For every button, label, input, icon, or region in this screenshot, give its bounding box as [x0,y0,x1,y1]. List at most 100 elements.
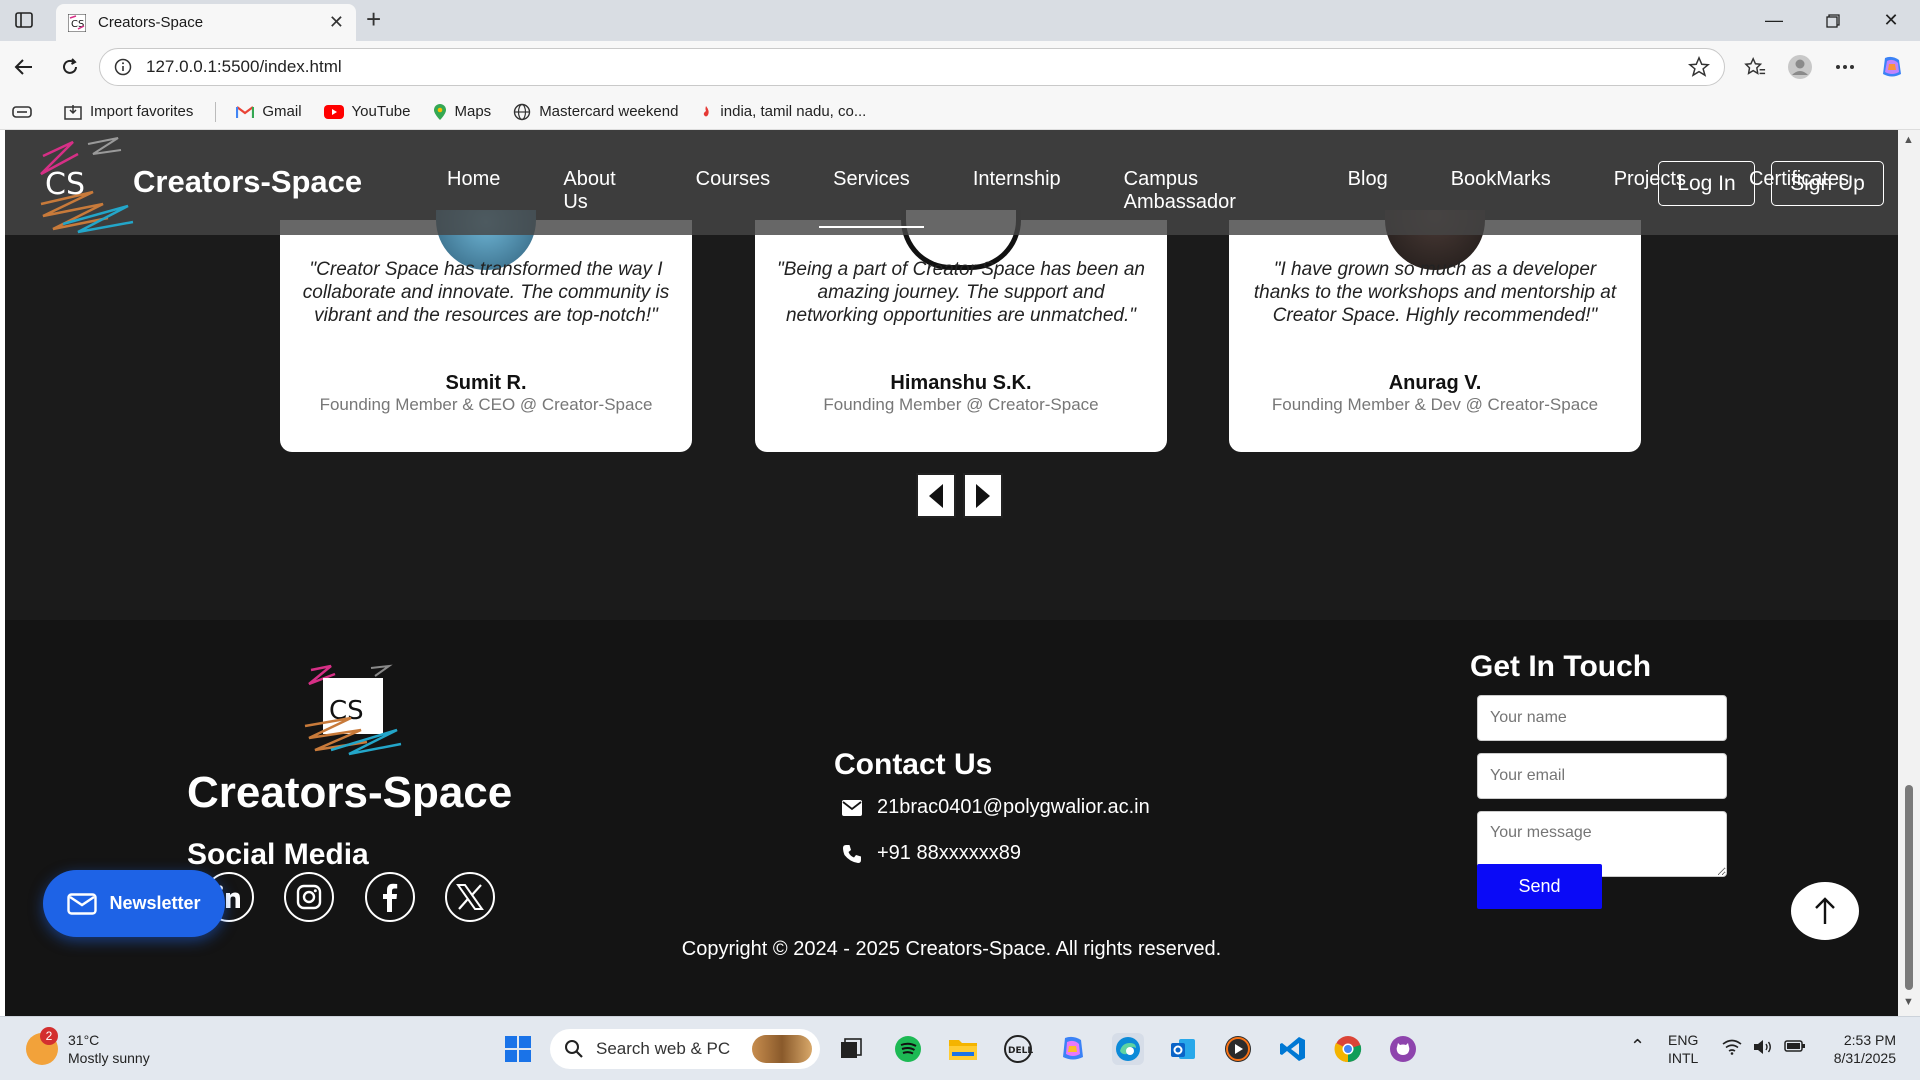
scroll-to-top-button[interactable] [1791,882,1859,940]
bookmark-maps[interactable]: Maps [433,103,491,121]
weather-text: 31°C Mostly sunny [68,1031,150,1067]
copilot-icon[interactable] [1878,53,1906,81]
svg-text:CS: CS [71,19,84,30]
volume-icon[interactable] [1752,1039,1772,1059]
instagram-icon[interactable] [284,872,334,922]
bookmark-label: Mastercard weekend [539,103,679,120]
weather-widget[interactable]: 2 31°C Mostly sunny [26,1027,150,1067]
profile-avatar[interactable] [1786,53,1814,81]
x-icon[interactable] [445,872,495,922]
nav-link-internship[interactable]: Internship [959,168,1075,214]
spotify-icon[interactable] [892,1033,924,1065]
new-tab-icon[interactable]: + [366,6,381,32]
language-indicator[interactable]: ENG INTL [1668,1031,1698,1067]
windows-taskbar: 2 31°C Mostly sunny Search web & PC DELL [0,1016,1920,1080]
more-menu-icon[interactable] [1831,53,1859,81]
edge-browser-icon[interactable] [1112,1033,1144,1065]
arrow-up-icon [1815,897,1835,924]
email-input[interactable] [1477,753,1727,799]
nav-link-courses[interactable]: Courses [682,168,784,214]
favorites-icon[interactable] [1741,53,1769,81]
newsletter-button[interactable]: Newsletter [43,870,225,937]
nav-link-home[interactable]: Home [429,168,514,214]
bookmark-gmail[interactable]: Gmail [236,103,302,120]
contact-phone[interactable]: +91 88xxxxxx89 [842,842,1021,865]
bookmark-label: Gmail [262,103,302,120]
nav-link-campus-ambassador[interactable]: Campus Ambassador [1110,168,1299,214]
maps-icon [433,103,446,120]
next-slide-button[interactable] [963,473,1003,518]
nav-link-bookmarks[interactable]: BookMarks [1437,168,1565,214]
nav-link-about-us[interactable]: About Us [549,168,646,214]
minimize-icon[interactable]: — [1745,0,1803,41]
footer-brand: Creators-Space [187,768,513,817]
scroll-down-arrow-icon[interactable]: ▼ [1903,996,1914,1008]
battery-icon[interactable] [1784,1039,1806,1057]
previous-slide-button[interactable] [916,473,956,518]
testimonial-role: Founding Member & CEO @ Creator-Space [319,395,653,414]
close-window-icon[interactable]: ✕ [1862,0,1920,41]
sidebar-toggle-icon[interactable] [12,104,40,120]
refresh-icon[interactable] [56,53,84,81]
send-button[interactable]: Send [1477,864,1602,909]
nav-link-services[interactable]: Services [819,168,924,228]
site-favicon-icon: CS [68,13,86,32]
login-button[interactable]: Log In [1658,161,1755,206]
copilot-app-icon[interactable] [1057,1033,1089,1065]
bookmark-import-favorites[interactable]: Import favorites [64,103,193,120]
clock-date: 8/31/2025 [1833,1050,1896,1066]
show-hidden-icons-icon[interactable]: ⌃ [1630,1037,1645,1055]
browser-toolbar: 127.0.0.1:5500/index.html [0,41,1920,94]
name-input[interactable] [1477,695,1727,741]
site-brand[interactable]: Creators-Space [133,164,362,200]
windows-start-icon[interactable] [502,1033,534,1065]
restore-icon[interactable] [1804,0,1862,41]
tab-actions-icon[interactable] [14,10,34,30]
browser-tab[interactable]: CS Creators-Space ✕ [56,4,356,41]
file-explorer-icon[interactable] [947,1033,979,1065]
bookmark-mastercard-weekend[interactable]: Mastercard weekend [513,103,678,121]
dell-icon[interactable]: DELL [1002,1033,1034,1065]
contact-email[interactable]: 21brac0401@polygwalior.ac.in [842,796,1150,819]
chrome-icon[interactable] [1332,1033,1364,1065]
site-navbar: CS Creators-Space Home About Us Courses … [5,130,1898,235]
media-player-icon[interactable] [1222,1033,1254,1065]
testimonial-card: "Being a part of Creator Space has been … [755,210,1167,452]
weather-sun-icon: 2 [26,1027,58,1065]
favorite-star-icon[interactable] [1688,56,1710,78]
bookmark-label: india, tamil nadu, co... [720,103,867,120]
keyboard-layout: INTL [1668,1050,1699,1066]
nav-link-blog[interactable]: Blog [1334,168,1402,214]
site-info-icon[interactable] [114,58,132,76]
facebook-icon[interactable] [365,872,415,922]
github-desktop-icon[interactable] [1387,1033,1419,1065]
outlook-icon[interactable] [1167,1033,1199,1065]
tab-close-icon[interactable]: ✕ [329,12,344,33]
bookmark-india-tamil-nadu[interactable]: india, tamil nadu, co... [700,103,866,120]
svg-text:DELL: DELL [1008,1046,1033,1056]
taskbar-search[interactable]: Search web & PC [550,1029,820,1069]
site-logo[interactable]: CS [33,134,138,234]
testimonial-card: "I have grown so much as a developer tha… [1229,210,1641,452]
phone-icon [843,844,861,863]
vscode-icon[interactable] [1277,1033,1309,1065]
svg-text:CS: CS [45,167,85,202]
url-text[interactable]: 127.0.0.1:5500/index.html [146,57,1688,77]
task-view-icon[interactable] [835,1033,867,1065]
back-icon[interactable] [10,53,38,81]
triangle-left-icon [929,483,943,508]
mail-icon [67,892,98,915]
page-scrollbar[interactable]: ▲ ▼ [1898,130,1920,1016]
flame-icon [704,105,710,116]
clock-time: 2:53 PM [1843,1032,1896,1048]
wifi-icon[interactable] [1722,1039,1742,1059]
scrollbar-thumb[interactable] [1905,785,1913,990]
page-viewport: "Creator Space has transformed the way I… [5,130,1898,1016]
bookmark-youtube[interactable]: YouTube [323,103,411,120]
scroll-up-arrow-icon[interactable]: ▲ [1903,134,1914,146]
bookmark-label: YouTube [351,103,411,120]
signup-button[interactable]: Sign Up [1771,161,1884,206]
clock[interactable]: 2:53 PM 8/31/2025 [1826,1031,1896,1067]
address-bar[interactable]: 127.0.0.1:5500/index.html [99,48,1725,86]
newsletter-label: Newsletter [109,893,201,913]
